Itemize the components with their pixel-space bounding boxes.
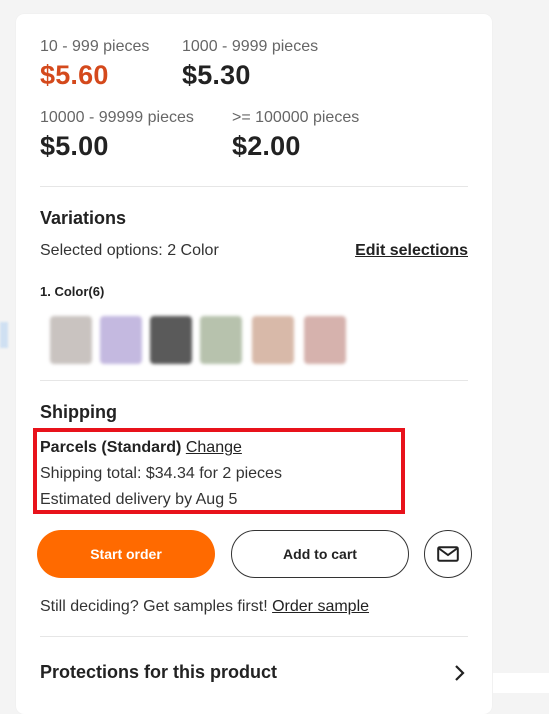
price-tier-price: $2.00 — [232, 131, 359, 162]
color-swatch-list — [0, 310, 380, 370]
shipping-total: Shipping total: $34.34 for 2 pieces — [40, 465, 282, 483]
change-shipping-link[interactable]: Change — [186, 439, 242, 456]
shipping-title: Shipping — [40, 402, 117, 423]
selected-options-label: Selected options: — [40, 242, 167, 259]
shipping-method-name: Parcels (Standard) — [40, 439, 181, 456]
color-swatch[interactable] — [100, 316, 142, 364]
shipping-method: Parcels (Standard) Change — [40, 439, 242, 457]
divider — [40, 380, 468, 381]
start-order-button[interactable]: Start order — [37, 530, 215, 578]
divider — [40, 186, 468, 187]
product-purchase-panel: 10 - 999 pieces $5.60 1000 - 9999 pieces… — [16, 14, 492, 714]
samples-line: Still deciding? Get samples first! Order… — [40, 598, 369, 616]
estimated-delivery: Estimated delivery by Aug 5 — [40, 491, 237, 509]
color-swatch[interactable] — [304, 316, 346, 364]
price-tier-1: 10 - 999 pieces $5.60 — [40, 38, 149, 91]
price-tier-range: 10 - 999 pieces — [40, 38, 149, 56]
chevron-right-icon[interactable] — [454, 664, 466, 687]
protections-title[interactable]: Protections for this product — [40, 662, 277, 683]
price-tier-range: 10000 - 99999 pieces — [40, 109, 194, 127]
color-swatch[interactable] — [50, 316, 92, 364]
add-to-cart-button[interactable]: Add to cart — [231, 530, 409, 578]
color-swatch[interactable] — [252, 316, 294, 364]
page-corner — [493, 673, 549, 693]
divider — [40, 636, 468, 637]
variations-title: Variations — [40, 208, 126, 229]
price-tier-price: $5.00 — [40, 131, 194, 162]
color-swatch[interactable] — [200, 316, 242, 364]
price-tier-4: >= 100000 pieces $2.00 — [232, 109, 359, 162]
order-sample-link[interactable]: Order sample — [272, 598, 369, 615]
color-group-label: 1. Color(6) — [40, 284, 104, 299]
envelope-icon — [437, 546, 459, 562]
color-swatch[interactable] — [150, 316, 192, 364]
samples-text: Still deciding? Get samples first! — [40, 598, 272, 615]
price-tier-2: 1000 - 9999 pieces $5.30 — [182, 38, 318, 91]
selected-options: Selected options: 2 Color — [40, 242, 219, 260]
price-tier-range: 1000 - 9999 pieces — [182, 38, 318, 56]
price-tier-price: $5.60 — [40, 60, 149, 91]
edit-selections-link[interactable]: Edit selections — [355, 242, 468, 260]
message-supplier-button[interactable] — [424, 530, 472, 578]
price-tier-price: $5.30 — [182, 60, 318, 91]
selected-options-value: 2 Color — [167, 242, 219, 259]
price-tier-3: 10000 - 99999 pieces $5.00 — [40, 109, 194, 162]
price-tier-range: >= 100000 pieces — [232, 109, 359, 127]
